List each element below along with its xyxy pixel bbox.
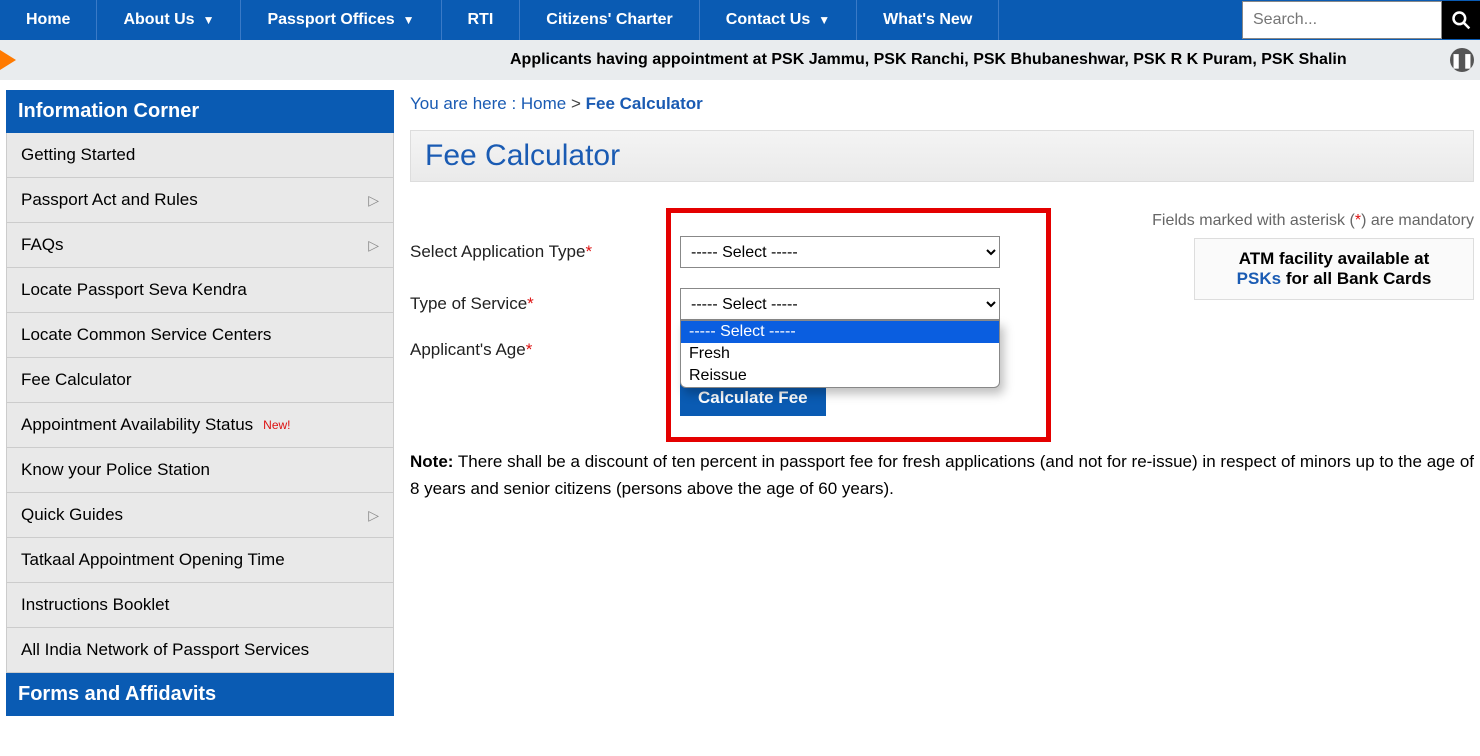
nav-rti[interactable]: RTI	[442, 0, 521, 40]
marquee-text: Applicants having appointment at PSK Jam…	[510, 51, 1347, 69]
sidebar-item-fee-calculator[interactable]: Fee Calculator	[7, 358, 393, 403]
sidebar-item-label: Locate Common Service Centers	[21, 325, 271, 345]
nav-label: What's New	[883, 11, 972, 29]
breadcrumb-current: Fee Calculator	[586, 94, 703, 113]
select-app-type[interactable]: ----- Select -----	[680, 236, 1000, 268]
marquee-bar: Applicants having appointment at PSK Jam…	[0, 40, 1480, 80]
top-nav: Home About Us ▼ Passport Offices ▼ RTI Cit…	[0, 0, 1480, 40]
asterisk: *	[585, 242, 592, 261]
nav-label: Contact Us	[726, 11, 810, 29]
nav-label: RTI	[468, 11, 494, 29]
chevron-down-icon: ▼	[818, 13, 830, 27]
nav-home[interactable]: Home	[0, 0, 97, 40]
arrow-right-icon	[0, 50, 16, 70]
nav-label: Home	[26, 11, 70, 29]
row-service-type: Type of Service* ----- Select ----- ----…	[410, 288, 1194, 320]
sidebar-head-information-corner: Information Corner	[6, 90, 394, 133]
label-age: Applicant's Age*	[410, 340, 680, 360]
nav-label: Citizens' Charter	[546, 11, 673, 29]
nav-search	[1242, 0, 1480, 40]
sidebar-item-faqs[interactable]: FAQs ▷	[7, 223, 393, 268]
breadcrumb: You are here : Home > Fee Calculator	[410, 90, 1474, 130]
breadcrumb-prefix: You are here :	[410, 94, 521, 113]
sidebar: Information Corner Getting Started Passp…	[6, 90, 394, 716]
label-app-type: Select Application Type*	[410, 242, 680, 262]
sidebar-head-forms: Forms and Affidavits	[6, 673, 394, 716]
chevron-right-icon: ▷	[368, 237, 379, 254]
sidebar-item-label: Tatkaal Appointment Opening Time	[21, 550, 285, 570]
option-fresh[interactable]: Fresh	[681, 343, 999, 365]
note-label: Note:	[410, 452, 453, 471]
nav-label: About Us	[123, 11, 194, 29]
sidebar-item-label: Instructions Booklet	[21, 595, 169, 615]
sidebar-item-label: Appointment Availability Status	[21, 415, 253, 435]
breadcrumb-home[interactable]: Home	[521, 94, 566, 113]
marquee-pause-button[interactable]: ❚❚	[1450, 48, 1474, 72]
sidebar-item-label: FAQs	[21, 235, 64, 255]
option-select[interactable]: ----- Select -----	[681, 321, 999, 343]
sidebar-item-instructions[interactable]: Instructions Booklet	[7, 583, 393, 628]
label-service-type: Type of Service*	[410, 294, 680, 314]
sidebar-item-locate-psk[interactable]: Locate Passport Seva Kendra	[7, 268, 393, 313]
sidebar-item-label: Quick Guides	[21, 505, 123, 525]
nav-passport-offices[interactable]: Passport Offices ▼	[241, 0, 441, 40]
asterisk: *	[526, 340, 533, 359]
search-button[interactable]	[1442, 1, 1480, 39]
main-container: Information Corner Getting Started Passp…	[0, 80, 1480, 726]
chevron-right-icon: ▷	[368, 507, 379, 524]
sidebar-item-getting-started[interactable]: Getting Started	[7, 133, 393, 178]
row-app-type: Select Application Type* ----- Select --…	[410, 236, 1194, 268]
sidebar-item-label: Fee Calculator	[21, 370, 132, 390]
option-reissue[interactable]: Reissue	[681, 365, 999, 387]
nav-about-us[interactable]: About Us ▼	[97, 0, 241, 40]
chevron-down-icon: ▼	[403, 13, 415, 27]
nav-citizens-charter[interactable]: Citizens' Charter	[520, 0, 700, 40]
service-type-dropdown: ----- Select ----- Fresh Reissue	[680, 320, 1000, 388]
form-area: Select Application Type* ----- Select --…	[410, 236, 1474, 416]
page-title: Fee Calculator	[425, 139, 1459, 173]
sidebar-item-label: Know your Police Station	[21, 460, 210, 480]
chevron-right-icon: ▷	[368, 192, 379, 209]
sidebar-item-label: Locate Passport Seva Kendra	[21, 280, 247, 300]
mandatory-note: Fields marked with asterisk (*) are mand…	[410, 212, 1474, 230]
sidebar-item-locate-csc[interactable]: Locate Common Service Centers	[7, 313, 393, 358]
page-title-bar: Fee Calculator	[410, 130, 1474, 182]
sidebar-item-passport-act[interactable]: Passport Act and Rules ▷	[7, 178, 393, 223]
sidebar-item-label: Getting Started	[21, 145, 135, 165]
sidebar-item-tatkaal[interactable]: Tatkaal Appointment Opening Time	[7, 538, 393, 583]
nav-whats-new[interactable]: What's New	[857, 0, 999, 40]
chevron-down-icon: ▼	[203, 13, 215, 27]
asterisk: *	[527, 294, 534, 313]
nav-label: Passport Offices	[267, 11, 394, 29]
sidebar-item-appointment-status[interactable]: Appointment Availability Status New!	[7, 403, 393, 448]
sidebar-item-know-police[interactable]: Know your Police Station	[7, 448, 393, 493]
nav-contact-us[interactable]: Contact Us ▼	[700, 0, 857, 40]
note-text: Note: There shall be a discount of ten p…	[410, 448, 1474, 502]
pause-icon: ❚❚	[1450, 52, 1473, 69]
search-input[interactable]	[1242, 1, 1442, 39]
search-icon	[1451, 10, 1471, 30]
new-badge: New!	[263, 418, 290, 432]
content: You are here : Home > Fee Calculator Fee…	[410, 90, 1474, 716]
sidebar-item-label: All India Network of Passport Services	[21, 640, 309, 660]
sidebar-item-quick-guides[interactable]: Quick Guides ▷	[7, 493, 393, 538]
sidebar-list: Getting Started Passport Act and Rules▷ …	[6, 133, 394, 673]
sidebar-item-label: Passport Act and Rules	[21, 190, 198, 210]
sidebar-item-network[interactable]: All India Network of Passport Services	[7, 628, 393, 672]
breadcrumb-sep: >	[566, 94, 585, 113]
select-service-type[interactable]: ----- Select -----	[680, 288, 1000, 320]
